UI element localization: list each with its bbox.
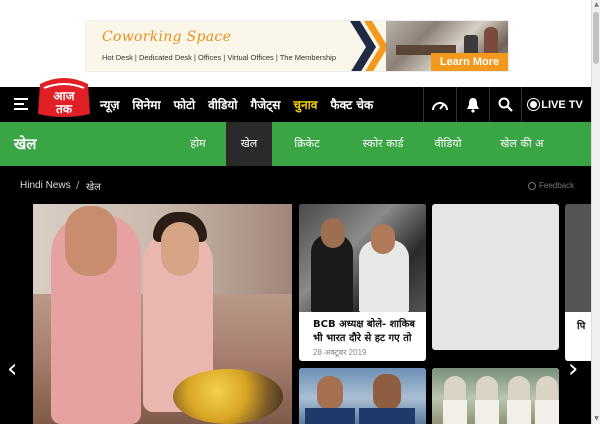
nav-item-election[interactable]: चुनाव bbox=[293, 96, 317, 113]
breadcrumb-separator: / bbox=[76, 180, 80, 191]
story-card-partial-title: पि bbox=[577, 321, 586, 332]
breadcrumb-current: खेल bbox=[86, 182, 101, 193]
scrollbar-thumb[interactable] bbox=[593, 12, 599, 64]
ad-subtitle: Hot Desk | Dedicated Desk | Offices | Vi… bbox=[102, 53, 336, 62]
bell-icon bbox=[466, 97, 479, 113]
speedometer-icon bbox=[431, 101, 448, 110]
search-button[interactable] bbox=[489, 87, 521, 122]
story-card-bottom-2[interactable] bbox=[432, 368, 559, 424]
tab-sports[interactable]: खेल bbox=[226, 122, 272, 166]
nav-item-fact-check[interactable]: फैक्ट चेक bbox=[330, 96, 373, 113]
aajtak-logo[interactable]: आज तक bbox=[34, 74, 94, 118]
site-header: आज तक न्यूज़ सिनेमा फोटो वीडियो गैजेट्स … bbox=[0, 78, 591, 122]
nav-item-news[interactable]: न्यूज़ bbox=[100, 96, 119, 113]
logo-text-top: आज bbox=[53, 89, 75, 103]
carousel-next-icon[interactable]: › bbox=[568, 354, 578, 384]
tab-scorecard[interactable]: स्कोर कार्ड bbox=[348, 122, 418, 166]
story-card-partial[interactable]: पि bbox=[565, 204, 591, 361]
carousel-prev-icon[interactable]: ‹ bbox=[7, 354, 17, 384]
breadcrumb-home-link[interactable]: Hindi News bbox=[20, 180, 71, 191]
tab-video[interactable]: वीडियो bbox=[426, 122, 470, 166]
search-icon bbox=[498, 97, 513, 112]
tab-more[interactable]: खेल की अ bbox=[492, 122, 552, 166]
story-card-date: 28 अक्टूबर 2019 bbox=[313, 348, 367, 357]
ad-title: Coworking Space bbox=[102, 29, 232, 45]
live-tv-button[interactable]: LIVE TV bbox=[521, 87, 591, 122]
scroll-down-icon[interactable]: ▼ bbox=[593, 415, 600, 423]
story-card[interactable]: BCB अध्यक्ष बोले- शाकिब भी भारत दौरे से … bbox=[299, 204, 426, 361]
story-card-title[interactable]: BCB अध्यक्ष बोले- शाकिब भी भारत दौरे से … bbox=[313, 318, 423, 346]
logo-text-bottom: तक bbox=[55, 102, 73, 116]
page-scrollbar[interactable]: ▲ ▼ bbox=[591, 0, 600, 424]
speedometer-button[interactable] bbox=[423, 87, 455, 122]
feedback-label: Feedback bbox=[539, 181, 575, 190]
tab-home[interactable]: होम bbox=[176, 122, 220, 166]
ad-stripes-graphic bbox=[350, 21, 388, 71]
news-carousel: BCB अध्यक्ष बोले- शाकिब भी भारत दौरे से … bbox=[0, 204, 591, 424]
nav-item-cinema[interactable]: सिनेमा bbox=[132, 96, 160, 113]
breadcrumb: Hindi News / खेल Feedback bbox=[0, 166, 591, 204]
notifications-button[interactable] bbox=[456, 87, 488, 122]
hero-story-image[interactable] bbox=[33, 204, 292, 424]
nav-item-video[interactable]: वीडियो bbox=[208, 96, 237, 113]
ad-learn-more-button[interactable]: Learn More bbox=[431, 53, 508, 71]
live-dot-icon bbox=[530, 101, 538, 108]
menu-icon[interactable] bbox=[14, 98, 28, 110]
story-card-image bbox=[299, 204, 426, 312]
scroll-up-icon[interactable]: ▲ bbox=[593, 1, 600, 9]
story-card-bottom-1[interactable] bbox=[299, 368, 426, 424]
section-title: खेल bbox=[14, 135, 37, 153]
tab-cricket[interactable]: क्रिकेट bbox=[282, 122, 332, 166]
main-nav: न्यूज़ सिनेमा फोटो वीडियो गैजेट्स चुनाव … bbox=[100, 87, 386, 122]
nav-item-photo[interactable]: फोटो bbox=[174, 96, 196, 113]
live-tv-label: LIVE TV bbox=[541, 98, 583, 111]
nav-item-gadgets[interactable]: गैजेट्स bbox=[251, 96, 281, 113]
ad-banner[interactable]: Coworking Space Hot Desk | Dedicated Des… bbox=[85, 20, 509, 72]
story-card-placeholder[interactable] bbox=[432, 204, 559, 350]
feedback-link[interactable]: Feedback bbox=[528, 181, 574, 190]
section-bar: खेल होम खेल क्रिकेट स्कोर कार्ड वीडियो ख… bbox=[0, 122, 591, 166]
feedback-icon bbox=[528, 181, 536, 190]
